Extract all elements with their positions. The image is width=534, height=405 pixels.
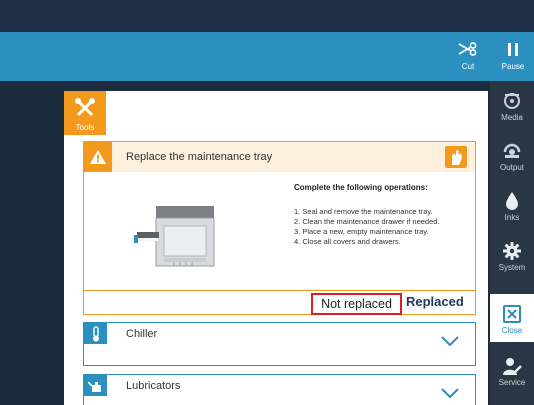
accordion-title: Chiller xyxy=(126,328,158,340)
list-item: 3. Place a new, empty maintenance tray. xyxy=(294,227,429,236)
list-item: 1. Seal and remove the maintenance tray. xyxy=(294,207,433,216)
close-icon xyxy=(490,304,534,324)
sidebar-item-media[interactable]: Media xyxy=(490,81,534,129)
cut-button[interactable]: Cut xyxy=(447,32,489,81)
card-footer: Not replaced Replaced xyxy=(84,290,475,315)
ink-drop-icon xyxy=(490,191,534,211)
tab-tools[interactable]: Tools xyxy=(64,91,106,135)
card-header: Replace the maintenance tray xyxy=(84,142,475,172)
operations-title: Complete the following operations: xyxy=(294,183,428,192)
media-roll-icon xyxy=(490,91,534,111)
chevron-down-icon xyxy=(441,333,459,351)
title-bar xyxy=(0,0,534,32)
chevron-down-icon xyxy=(441,385,459,403)
pause-label: Pause xyxy=(501,62,525,71)
sidebar-item-output[interactable]: Output xyxy=(490,131,534,179)
sidebar-item-close[interactable]: Close xyxy=(490,294,534,342)
list-item: 4. Close all covers and drawers. xyxy=(294,237,401,246)
oil-can-icon xyxy=(84,375,107,396)
accordion-chiller[interactable]: Chiller xyxy=(83,322,476,366)
output-icon xyxy=(490,141,534,161)
pause-button[interactable]: Pause xyxy=(492,32,534,81)
sidebar-item-label: Close xyxy=(501,326,523,335)
sidebar-item-label: System xyxy=(498,263,526,272)
top-toolbar: Cut Pause xyxy=(0,32,534,81)
service-person-icon xyxy=(490,356,534,376)
sidebar-item-system[interactable]: System xyxy=(490,231,534,279)
scissors-icon xyxy=(447,40,489,58)
maintenance-tray-card: Replace the maintenance tray Complete th… xyxy=(83,141,476,315)
operations-list: 1. Seal and remove the maintenance tray.… xyxy=(294,207,474,247)
hand-icon[interactable] xyxy=(445,146,467,168)
list-item: 2. Clean the maintenance drawer if neede… xyxy=(294,217,440,226)
app-window: Cut Pause Media Output Inks System Close… xyxy=(0,0,534,405)
accordion-title: Lubricators xyxy=(126,380,181,392)
sidebar-item-label: Media xyxy=(501,113,523,122)
wrench-screwdriver-icon xyxy=(64,97,106,119)
thermometer-icon xyxy=(84,323,107,344)
right-sidebar: Media Output Inks System Close Service xyxy=(490,81,534,405)
card-title: Replace the maintenance tray xyxy=(126,151,273,163)
printer-illustration xyxy=(134,202,218,268)
sidebar-item-label: Service xyxy=(498,378,526,387)
cut-label: Cut xyxy=(461,62,475,71)
sidebar-item-label: Inks xyxy=(504,213,520,222)
sidebar-item-service[interactable]: Service xyxy=(490,346,534,394)
replaced-button[interactable]: Replaced xyxy=(406,294,464,309)
warning-icon xyxy=(84,142,112,172)
tools-label: Tools xyxy=(75,123,95,132)
pause-icon xyxy=(492,40,534,58)
accordion-lubricators[interactable]: Lubricators xyxy=(83,374,476,405)
sidebar-item-label: Output xyxy=(499,163,524,172)
not-replaced-button[interactable]: Not replaced xyxy=(311,293,402,315)
sidebar-item-inks[interactable]: Inks xyxy=(490,181,534,229)
gear-icon xyxy=(490,241,534,261)
